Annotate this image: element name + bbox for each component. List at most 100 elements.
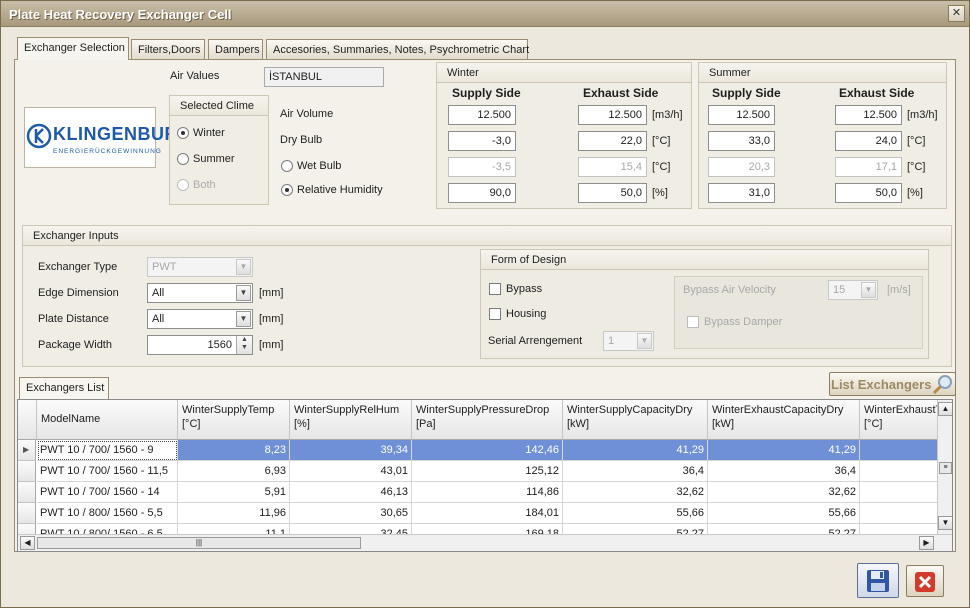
table-cell[interactable]: 43,01 — [290, 461, 412, 482]
plate-unit: [mm] — [259, 313, 284, 325]
winter-exhaust-air-volume[interactable]: 12.500 — [578, 105, 647, 125]
summer-supply-dry-bulb[interactable]: 33,0 — [708, 131, 775, 151]
housing-label[interactable]: Housing — [506, 308, 546, 320]
table-cell[interactable] — [860, 503, 940, 524]
table-cell[interactable]: 41,29 — [708, 440, 860, 461]
wet-bulb-label[interactable]: Wet Bulb — [297, 160, 341, 172]
red-x-icon — [915, 572, 935, 592]
table-cell[interactable]: 55,66 — [708, 503, 860, 524]
summer-radio-label[interactable]: Summer — [193, 153, 235, 165]
table-cell[interactable] — [860, 482, 940, 503]
horizontal-scrollbar[interactable]: ◀ ||| ▶ — [18, 534, 952, 551]
both-radio-label: Both — [193, 179, 216, 191]
column-header[interactable]: WinterSupplyCapacityDry [kW] — [563, 400, 708, 440]
wet-bulb-radio[interactable] — [281, 160, 293, 172]
bypass-checkbox[interactable] — [489, 283, 501, 295]
table-cell[interactable] — [860, 461, 940, 482]
klingenburg-logo: KLINGENBURG ENERGIERÜCKGEWINNUNG — [24, 107, 192, 168]
title-bar[interactable]: Plate Heat Recovery Exchanger Cell ✕ — [1, 1, 969, 27]
table-cell[interactable]: 46,13 — [290, 482, 412, 503]
column-header[interactable]: WinterExhaustCapacityDry [kW] — [708, 400, 860, 440]
chevron-down-icon[interactable]: ▼ — [236, 311, 251, 327]
table-cell[interactable]: 30,65 — [290, 503, 412, 524]
summer-exhaust-dry-bulb[interactable]: 24,0 — [835, 131, 902, 151]
summer-supply-humidity[interactable]: 31,0 — [708, 183, 775, 203]
row-header[interactable] — [18, 503, 36, 524]
cancel-button[interactable] — [906, 565, 944, 597]
table-cell[interactable]: 41,29 — [563, 440, 708, 461]
table-cell[interactable]: 184,01 — [412, 503, 563, 524]
scroll-down-icon[interactable]: ▼ — [938, 516, 952, 530]
table-cell[interactable]: 125,12 — [412, 461, 563, 482]
table-cell[interactable]: 39,34 — [290, 440, 412, 461]
tab-accessories[interactable]: Accesories, Summaries, Notes, Psychromet… — [266, 39, 529, 59]
vertical-scrollbar[interactable]: ▲ ≡ ▼ — [937, 400, 952, 534]
column-header[interactable]: WinterSupplyRelHum [%] — [290, 400, 412, 440]
relative-humidity-radio[interactable] — [281, 184, 293, 196]
table-cell[interactable]: 8,23 — [178, 440, 290, 461]
list-exchangers-button[interactable]: List Exchangers — [829, 372, 956, 396]
winter-radio-label[interactable]: Winter — [193, 127, 225, 139]
row-indicator-icon[interactable]: ▶ — [18, 440, 36, 461]
tab-exchangers-list[interactable]: Exchangers List — [19, 377, 109, 399]
save-button[interactable] — [857, 563, 899, 598]
table-cell[interactable]: PWT 10 / 800/ 1560 - 5,5 — [37, 503, 178, 524]
column-header[interactable]: WinterExhaustT [°C] — [860, 400, 940, 440]
table-cell[interactable] — [860, 440, 940, 461]
bypass-damper-checkbox — [687, 316, 699, 328]
summer-unit-air: [m3/h] — [907, 109, 938, 121]
spinner-arrows-icon[interactable]: ▲ ▼ — [236, 336, 252, 354]
edge-dimension-select[interactable]: All ▼ — [147, 283, 253, 303]
bypass-velocity-value: 15 — [833, 284, 846, 296]
tab-dampers[interactable]: Dampers — [208, 39, 263, 59]
summer-exhaust-air-volume[interactable]: 12.500 — [835, 105, 902, 125]
table-cell[interactable]: PWT 10 / 700/ 1560 - 14 — [37, 482, 178, 503]
row-header[interactable] — [18, 482, 36, 503]
row-header[interactable] — [18, 461, 36, 482]
housing-checkbox[interactable] — [489, 308, 501, 320]
serial-arrangement-label: Serial Arrengement — [488, 335, 583, 347]
winter-unit-dry: [°C] — [652, 135, 671, 147]
scroll-up-icon[interactable]: ▲ — [938, 402, 952, 416]
winter-supply-air-volume[interactable]: 12.500 — [448, 105, 516, 125]
winter-supply-dry-bulb[interactable]: -3,0 — [448, 131, 516, 151]
close-icon[interactable]: ✕ — [948, 5, 965, 22]
edge-dimension-value: All — [152, 287, 165, 299]
table-cell[interactable]: 114,86 — [412, 482, 563, 503]
table-cell[interactable]: 36,4 — [708, 461, 860, 482]
exchanger-type-value: PWT — [152, 261, 177, 273]
relative-humidity-label[interactable]: Relative Humidity — [297, 184, 383, 196]
plate-distance-select[interactable]: All ▼ — [147, 309, 253, 329]
table-cell[interactable]: PWT 10 / 700/ 1560 - 9 — [37, 440, 178, 461]
scroll-thumb-horizontal[interactable]: ||| — [37, 537, 361, 549]
table-cell[interactable]: PWT 10 / 700/ 1560 - 11,5 — [37, 461, 178, 482]
scroll-left-icon[interactable]: ◀ — [20, 536, 35, 550]
table-cell[interactable]: 5,91 — [178, 482, 290, 503]
winter-radio[interactable] — [177, 127, 189, 139]
winter-exhaust-dry-bulb[interactable]: 22,0 — [578, 131, 647, 151]
summer-supply-air-volume[interactable]: 12.500 — [708, 105, 775, 125]
chevron-down-icon[interactable]: ▼ — [236, 285, 251, 301]
column-header[interactable]: WinterSupplyTemp [°C] — [178, 400, 290, 440]
table-cell[interactable]: 55,66 — [563, 503, 708, 524]
exchanger-type-label: Exchanger Type — [38, 261, 118, 273]
column-header[interactable]: WinterSupplyPressureDrop [Pa] — [412, 400, 563, 440]
summer-radio[interactable] — [177, 153, 189, 165]
table-cell[interactable]: 6,93 — [178, 461, 290, 482]
tab-filters-doors[interactable]: Filters,Doors — [131, 39, 205, 59]
column-header[interactable]: ModelName — [37, 400, 178, 440]
table-cell[interactable]: 11,96 — [178, 503, 290, 524]
air-values-label: Air Values — [170, 70, 220, 82]
scroll-thumb[interactable]: ≡ — [939, 462, 952, 474]
table-cell[interactable]: 32,62 — [708, 482, 860, 503]
table-cell[interactable]: 32,62 — [563, 482, 708, 503]
scroll-right-icon[interactable]: ▶ — [919, 536, 934, 550]
winter-exhaust-humidity[interactable]: 50,0 — [578, 183, 647, 203]
winter-supply-humidity[interactable]: 90,0 — [448, 183, 516, 203]
exchangers-table[interactable]: ModelName WinterSupplyTemp [°C] WinterSup… — [17, 399, 953, 552]
table-cell[interactable]: 142,46 — [412, 440, 563, 461]
bypass-label[interactable]: Bypass — [506, 283, 542, 295]
tab-exchanger-selection[interactable]: Exchanger Selection — [17, 37, 129, 60]
table-cell[interactable]: 36,4 — [563, 461, 708, 482]
summer-exhaust-humidity[interactable]: 50,0 — [835, 183, 902, 203]
